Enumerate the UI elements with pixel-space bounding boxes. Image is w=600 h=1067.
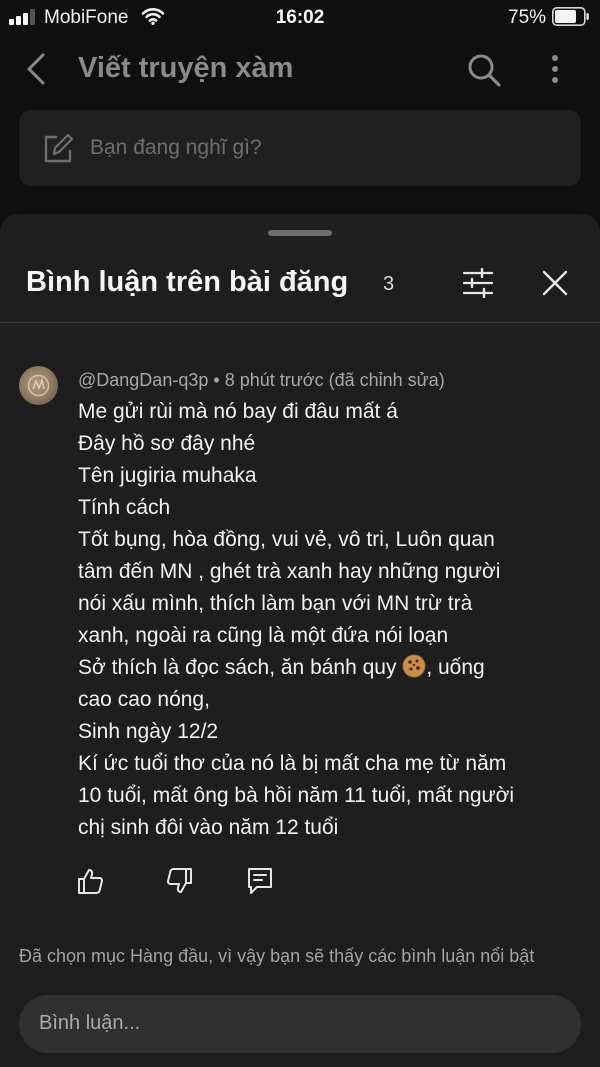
close-icon[interactable] <box>542 270 568 296</box>
meta-separator: • <box>213 370 220 390</box>
comment-line: Tính cách <box>78 496 171 519</box>
comment-line: chị sinh đôi vào năm 12 tuổi <box>78 816 339 839</box>
thumbs-up-icon[interactable] <box>76 867 104 895</box>
comment-line: 10 tuổi, mất ông bà hồi năm 11 tuổi, mất… <box>78 784 515 807</box>
comment-line: tâm đến MN , ghét trà xanh hay những ngư… <box>78 560 501 583</box>
sliders-icon[interactable] <box>462 268 494 298</box>
comment-meta: @DangDan-q3p • 8 phút trước (đã chỉnh sử… <box>78 370 445 391</box>
comment-line: Tên jugiria muhaka <box>78 464 257 487</box>
battery-percent: 75% <box>508 7 547 28</box>
comment-time: 8 phút trước (đã chỉnh sửa) <box>224 370 445 390</box>
comment-line-part: Sở thích là đọc sách, ăn bánh quy <box>78 656 397 679</box>
comment-line: nói xấu mình, thích làm bạn với MN trừ t… <box>78 592 473 615</box>
drag-handle[interactable] <box>268 230 332 236</box>
comments-sheet: Bình luận trên bài đăng 3 @DangDan-q3p •… <box>0 214 600 1067</box>
thumbs-down-icon[interactable] <box>166 867 194 895</box>
comment-line: Sở thích là đọc sách, ăn bánh quy , uống <box>78 652 548 684</box>
comment-line: Kí ức tuổi thơ của nó là bị mất cha mẹ t… <box>78 752 507 775</box>
divider <box>0 322 600 323</box>
chevron-left-icon[interactable] <box>22 52 52 86</box>
comment-line: Sinh ngày 12/2 <box>78 720 219 743</box>
search-icon[interactable] <box>466 52 502 88</box>
comment-count: 3 <box>383 273 395 295</box>
avatar-image <box>27 374 50 397</box>
channel-header: Viết truyện xàm <box>0 40 600 100</box>
comment-line: xanh, ngoài ra cũng là một đứa nói loạn <box>78 624 449 647</box>
comment-input[interactable]: Bình luận... <box>19 995 581 1053</box>
comment-line: Đây hồ sơ đây nhé <box>78 432 256 455</box>
edit-icon <box>44 133 74 163</box>
status-bar: MobiFone 16:02 75% <box>0 0 600 36</box>
cookie-icon <box>402 654 426 678</box>
sort-notice: Đã chọn mục Hàng đầu, vì vậy bạn sẽ thấy… <box>19 946 535 966</box>
comment-input-placeholder: Bình luận... <box>39 1012 141 1034</box>
comment-line: cao cao nóng, <box>78 688 210 711</box>
comment-text: Me gửi rùi mà nó bay đi đâu mất á Đây hồ… <box>78 396 548 844</box>
comment-line: Me gửi rùi mà nó bay đi đâu mất á <box>78 400 398 423</box>
post-composer[interactable]: Bạn đang nghĩ gì? <box>19 110 581 186</box>
sheet-title: Bình luận trên bài đăng <box>26 266 349 298</box>
channel-title: Viết truyện xàm <box>78 52 294 84</box>
composer-placeholder: Bạn đang nghĩ gì? <box>90 136 262 159</box>
vertical-dots-icon[interactable] <box>545 52 565 86</box>
comment-line: Tốt bụng, hòa đồng, vui vẻ, vô tri, Luôn… <box>78 528 495 551</box>
avatar[interactable] <box>19 366 58 405</box>
comment-line-part: , uống <box>426 656 485 679</box>
reply-icon[interactable] <box>247 867 273 895</box>
comment-author[interactable]: @DangDan-q3p <box>78 370 208 390</box>
battery-icon <box>552 7 589 26</box>
